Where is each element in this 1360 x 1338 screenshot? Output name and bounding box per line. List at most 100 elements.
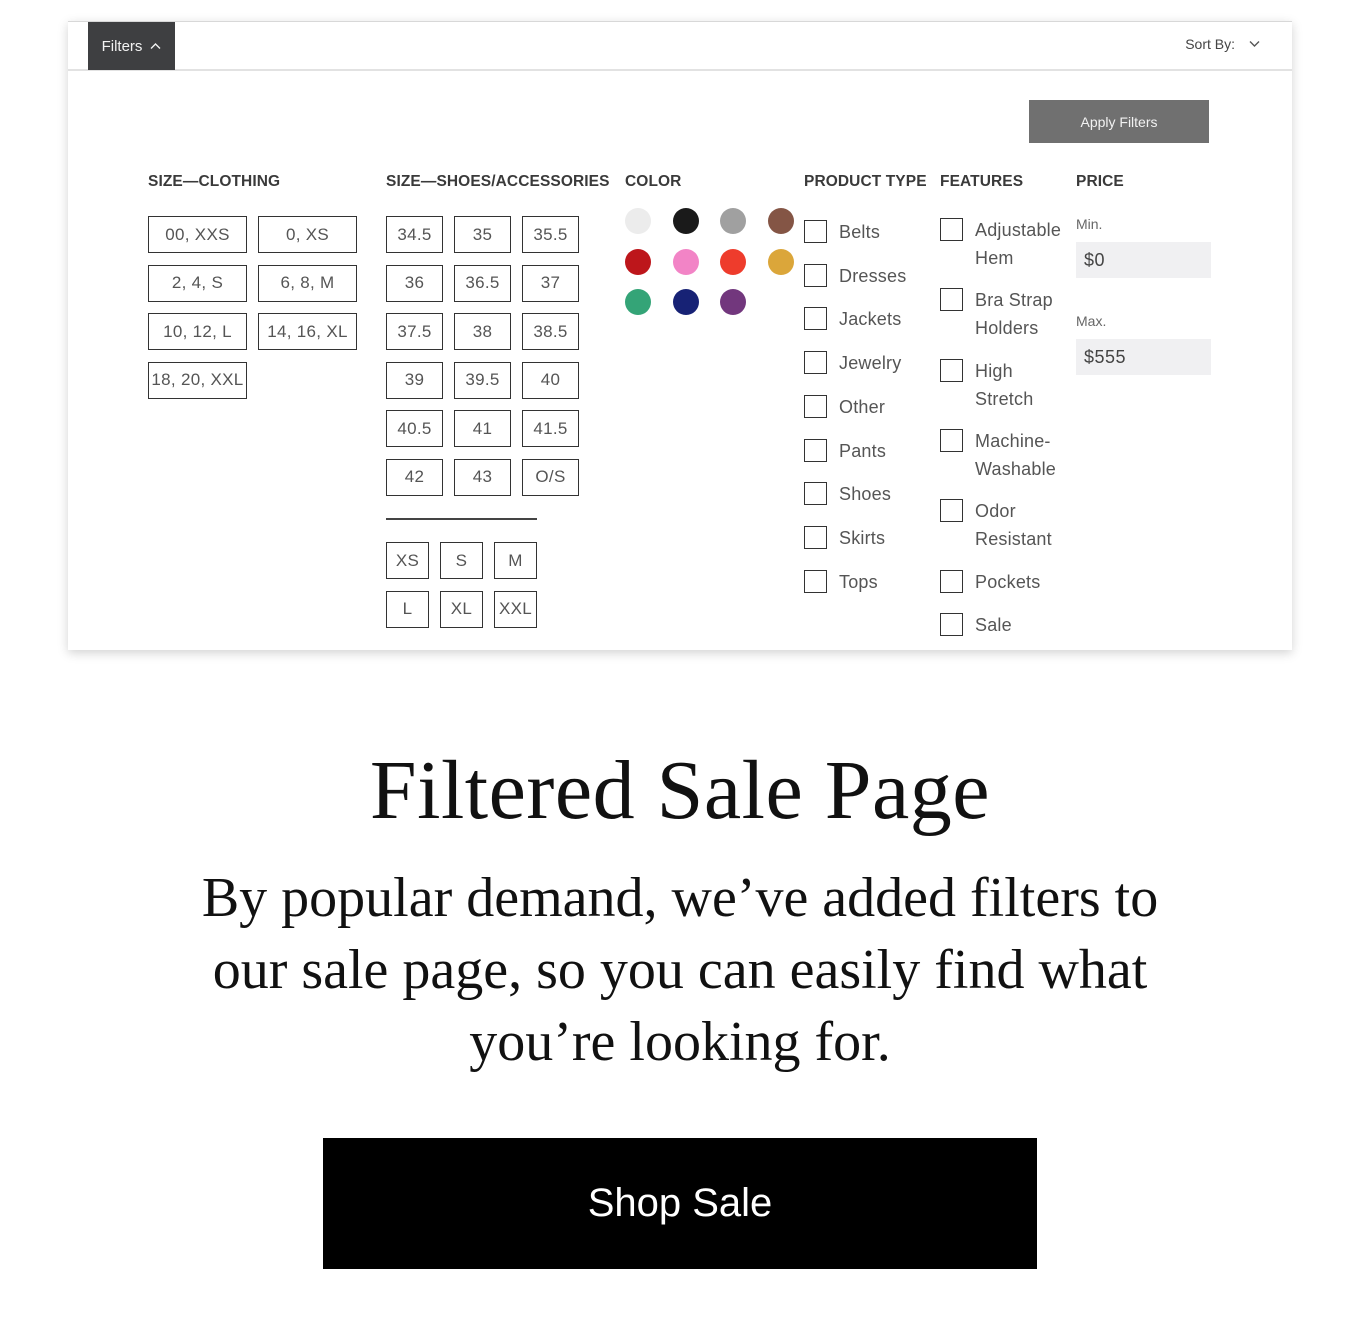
color-swatch-white[interactable]: [625, 208, 651, 234]
promo-body: By popular demand, we’ve added filters t…: [201, 867, 1159, 1073]
size-shoe-option[interactable]: 39: [386, 361, 443, 399]
checkbox[interactable]: [804, 438, 827, 462]
checkbox-label: Belts: [839, 222, 881, 242]
price-max-input[interactable]: $555: [1076, 339, 1211, 375]
chevron-down-icon: [1249, 41, 1260, 47]
product-type-checkbox[interactable]: Shoes: [804, 482, 891, 508]
apply-filters-button[interactable]: Apply Filters: [1029, 100, 1209, 143]
product-type-checkbox[interactable]: Other: [804, 394, 885, 421]
product-type-checkbox[interactable]: Belts: [804, 220, 880, 246]
size-divider: [386, 518, 537, 520]
size-shoe-option[interactable]: 37.5: [386, 313, 443, 350]
chevron-up-icon: [150, 43, 161, 49]
checkbox-label: Pants: [839, 440, 887, 461]
size-apparel-option[interactable]: S: [440, 542, 483, 579]
checkbox[interactable]: [804, 263, 827, 287]
size-clothing-option[interactable]: 2, 4, S: [148, 264, 247, 302]
price-max-label: Max.: [1076, 313, 1107, 329]
sort-by-dropdown[interactable]: Sort By:: [1185, 36, 1260, 52]
size-shoe-option[interactable]: O/S: [522, 458, 579, 496]
checkbox-label: Jewelry: [839, 353, 902, 374]
price-heading: PRICE: [1076, 173, 1124, 190]
product-type-checkbox[interactable]: Jewelry: [804, 351, 901, 377]
size-clothing-option[interactable]: 14, 16, XL: [258, 313, 357, 350]
size-apparel-option[interactable]: L: [386, 590, 429, 628]
color-swatch-orange-red[interactable]: [720, 248, 746, 275]
checkbox-label: Machine-Washable: [975, 431, 1056, 479]
checkbox-label: Odor Resistant: [975, 501, 1052, 549]
filter-panel: Filters Sort By: Apply Filters SIZE—CLOT…: [68, 21, 1292, 650]
checkbox-label: High Stretch: [975, 361, 1034, 409]
color-swatch-navy[interactable]: [672, 289, 699, 315]
checkbox[interactable]: [804, 525, 827, 549]
size-clothing-option[interactable]: 6, 8, M: [258, 264, 357, 302]
product-type-checkbox[interactable]: Skirts: [804, 525, 886, 552]
size-shoe-option[interactable]: 38.5: [522, 313, 579, 350]
product-type-checkbox[interactable]: Tops: [804, 569, 878, 596]
size-shoe-option[interactable]: 40: [522, 361, 579, 399]
size-shoe-option[interactable]: 36: [386, 264, 443, 302]
color-swatch-green[interactable]: [625, 289, 651, 315]
size-shoe-option[interactable]: 35: [454, 216, 511, 253]
color-heading: COLOR: [625, 173, 682, 190]
size-shoe-option[interactable]: 41: [454, 410, 511, 447]
color-swatch-black[interactable]: [672, 208, 699, 234]
size-shoe-option[interactable]: 43: [454, 458, 511, 496]
size-clothing-heading: SIZE—CLOTHING: [148, 173, 281, 190]
features-heading: FEATURES: [940, 173, 1024, 190]
size-apparel-option[interactable]: XS: [386, 542, 429, 579]
color-swatch-purple[interactable]: [720, 289, 746, 315]
checkbox[interactable]: [940, 288, 963, 311]
price-min-input[interactable]: $0: [1076, 242, 1211, 278]
size-shoe-option[interactable]: 38: [454, 313, 511, 350]
checkbox[interactable]: [804, 569, 827, 593]
checkbox[interactable]: [940, 359, 963, 382]
feature-checkbox[interactable]: Odor Resistant: [940, 499, 1075, 553]
checkbox-label: Sale: [975, 615, 1012, 635]
color-swatch-pink[interactable]: [672, 248, 699, 275]
product-type-checkbox[interactable]: Jackets: [804, 307, 901, 333]
size-shoe-option[interactable]: 37: [522, 264, 579, 302]
color-swatch-brown[interactable]: [767, 208, 794, 234]
size-shoe-option[interactable]: 36.5: [454, 264, 511, 302]
color-swatch-gray[interactable]: [720, 208, 746, 234]
feature-checkbox[interactable]: High Stretch: [940, 359, 1075, 413]
color-swatch-red[interactable]: [625, 248, 651, 275]
size-shoe-option[interactable]: 34.5: [386, 216, 443, 253]
checkbox[interactable]: [804, 351, 827, 375]
size-apparel-option[interactable]: XXL: [494, 590, 537, 628]
checkbox[interactable]: [804, 220, 827, 243]
feature-checkbox[interactable]: Adjustable Hem: [940, 218, 1075, 272]
checkbox[interactable]: [804, 482, 827, 506]
checkbox[interactable]: [940, 499, 963, 522]
size-apparel-option[interactable]: XL: [440, 590, 483, 628]
feature-checkbox[interactable]: Sale: [940, 613, 1075, 639]
shop-sale-button[interactable]: Shop Sale: [323, 1138, 1037, 1269]
size-shoe-option[interactable]: 42: [386, 458, 443, 496]
size-apparel-option[interactable]: M: [494, 542, 537, 579]
size-clothing-option[interactable]: 0, XS: [258, 216, 357, 253]
checkbox[interactable]: [804, 307, 827, 331]
size-shoe-option[interactable]: 39.5: [454, 361, 511, 399]
checkbox[interactable]: [940, 429, 963, 452]
product-type-heading: PRODUCT TYPE: [804, 173, 927, 190]
size-clothing-option[interactable]: 00, XXS: [148, 216, 247, 253]
checkbox-label: Jackets: [839, 309, 902, 330]
filters-toggle-button[interactable]: Filters: [88, 22, 175, 70]
feature-checkbox[interactable]: Pockets: [940, 570, 1075, 596]
feature-checkbox[interactable]: Machine-Washable: [940, 429, 1075, 483]
checkbox[interactable]: [940, 570, 963, 593]
size-shoe-option[interactable]: 40.5: [386, 410, 443, 447]
size-shoe-option[interactable]: 41.5: [522, 410, 579, 447]
size-clothing-option[interactable]: 10, 12, L: [148, 313, 247, 350]
size-shoe-option[interactable]: 35.5: [522, 216, 579, 253]
size-clothing-option[interactable]: 18, 20, XXL: [148, 361, 247, 399]
product-type-checkbox[interactable]: Dresses: [804, 263, 906, 290]
checkbox[interactable]: [940, 218, 963, 241]
product-type-checkbox[interactable]: Pants: [804, 438, 887, 465]
color-swatch-gold[interactable]: [767, 248, 794, 275]
checkbox[interactable]: [940, 613, 963, 636]
checkbox-label: Skirts: [839, 527, 886, 548]
checkbox[interactable]: [804, 394, 827, 418]
feature-checkbox[interactable]: Bra Strap Holders: [940, 288, 1075, 342]
